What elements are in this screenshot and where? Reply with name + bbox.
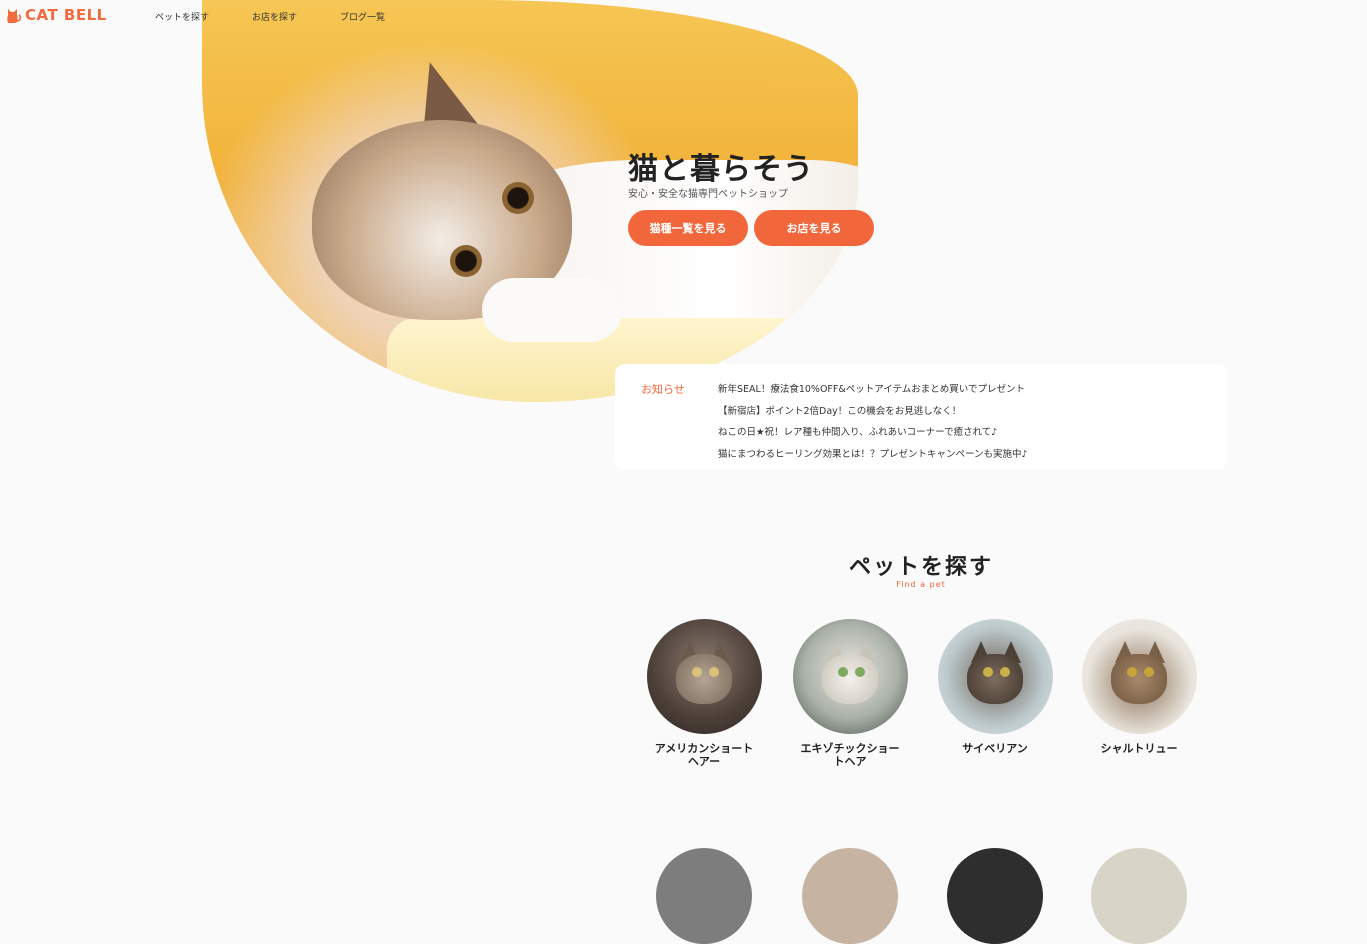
hero-title: 猫と暮らそう [628,152,814,187]
news-item[interactable]: 【新宿店】ポイント2倍Day！この機会をお見逃しなく！ [718,403,961,417]
pet-card-exotic-shorthair[interactable]: エキゾチックショートヘア [792,619,908,768]
pet-card-chartreux[interactable]: シャルトリュー [1081,619,1197,755]
pet-name: サイベリアン [962,742,1028,755]
pet-photo-next-row[interactable] [947,848,1043,944]
pet-card-american-shorthair[interactable]: アメリカンショートヘアー [646,619,762,768]
pet-photo-next-row[interactable] [1091,848,1187,944]
news-label: お知らせ [641,383,685,396]
find-pet-subtitle: Find a pet [896,580,946,589]
news-item[interactable]: 猫にまつわるヒーリング効果とは！？プレゼントキャンペーンも実施中♪ [718,446,1028,460]
pet-photo [792,619,908,734]
pet-photo-next-row[interactable] [656,848,752,944]
logo-text: CAT BELL [25,6,107,24]
cat-logo-icon [7,9,22,23]
pet-photo-next-row[interactable] [802,848,898,944]
nav-find-pet[interactable]: ペットを探す [155,10,209,23]
pet-photo [1081,619,1197,734]
view-breeds-button[interactable]: 猫種一覧を見る [628,210,748,246]
site-header: CAT BELL ペットを探す お店を探す ブログ一覧 [0,0,1367,30]
pet-name: アメリカンショートヘアー [654,742,754,768]
news-item[interactable]: 新年SEAL！療法食10%OFF&ペットアイテムおまとめ買いでプレゼント [718,381,1025,395]
hero-kitten-image [202,0,858,402]
logo[interactable]: CAT BELL [6,3,107,27]
hero-subtitle: 安心・安全な猫専門ペットショップ [628,189,788,200]
pet-photo [646,619,762,734]
view-shops-button[interactable]: お店を見る [754,210,874,246]
pet-name: シャルトリュー [1100,742,1178,755]
nav-blog-list[interactable]: ブログ一覧 [340,10,385,23]
news-panel: お知らせ 新年SEAL！療法食10%OFF&ペットアイテムおまとめ買いでプレゼン… [615,364,1227,470]
news-item[interactable]: ねこの日★祝！レア種も仲間入り、ふれあいコーナーで癒されて♪ [718,424,997,438]
pet-name: エキゾチックショートヘア [800,742,900,768]
find-pet-title: ペットを探す [848,555,993,580]
pet-card-siberian[interactable]: サイベリアン [937,619,1053,755]
pet-photo [937,619,1053,734]
nav-find-shop[interactable]: お店を探す [252,10,297,23]
